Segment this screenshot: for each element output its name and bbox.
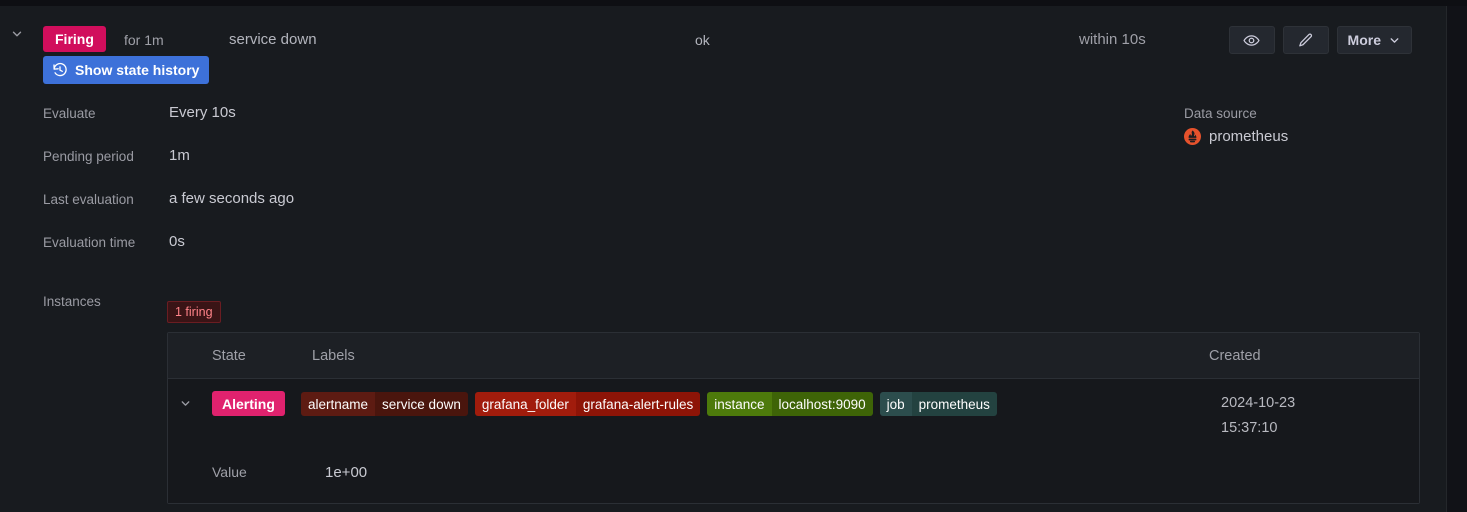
history-icon — [53, 62, 67, 77]
instance-value-label: Value — [212, 464, 247, 480]
label-chip-instance[interactable]: instance localhost:9090 — [707, 392, 873, 416]
rule-detail-panel: Firing for 1m service down ok within 10s — [0, 6, 1447, 512]
label-chip-grafana-folder[interactable]: grafana_folder grafana-alert-rules — [474, 392, 701, 416]
instances-table: State Labels Created Alerting alertname … — [167, 332, 1420, 504]
firing-instances-badge: 1 firing — [167, 301, 221, 323]
metadata-row: Pending period 1m — [43, 147, 1043, 190]
metadata-row: Last evaluation a few seconds ago — [43, 190, 1043, 233]
pencil-icon — [1299, 32, 1313, 46]
more-actions-button[interactable]: More — [1336, 26, 1412, 54]
status-badge: Alerting — [212, 391, 285, 416]
eye-icon — [1243, 34, 1260, 46]
chevron-down-icon — [1390, 37, 1399, 43]
next-evaluation: within 10s — [1079, 31, 1146, 48]
more-actions-label: More — [1347, 32, 1381, 48]
view-rule-button[interactable] — [1228, 26, 1275, 54]
metadata-row: Evaluate Every 10s — [43, 104, 1043, 147]
label-chip-key: grafana_folder — [474, 392, 576, 416]
datasource-label: Data source — [1184, 106, 1257, 121]
show-state-history-button[interactable]: Show state history — [43, 56, 210, 84]
collapse-rule-chevron[interactable] — [6, 23, 28, 45]
created-time: 15:37:10 — [1221, 420, 1278, 436]
rule-state-duration: for 1m — [124, 32, 164, 48]
edit-rule-button[interactable] — [1282, 26, 1329, 54]
metadata-value: Every 10s — [169, 104, 236, 121]
metadata-label: Evaluation time — [43, 235, 136, 250]
label-chip-key: alertname — [301, 392, 376, 416]
table-row: Alerting alertname service down grafana_… — [168, 379, 1419, 441]
label-chip-key: job — [879, 392, 912, 416]
instance-labels-cell: alertname service down grafana_folder gr… — [301, 391, 1209, 416]
chevron-down-icon — [12, 31, 22, 37]
rule-health: ok — [695, 32, 710, 48]
header-actions: More — [1228, 26, 1412, 54]
instances-table-body: Alerting alertname service down grafana_… — [168, 379, 1419, 503]
chevron-down-icon — [181, 401, 190, 406]
datasource-name: prometheus — [1209, 128, 1289, 145]
label-chip-value: localhost:9090 — [771, 392, 873, 416]
label-chip-value: grafana-alert-rules — [575, 392, 701, 416]
rule-header: Firing for 1m service down ok within 10s — [0, 13, 1447, 55]
label-chip-value: prometheus — [911, 392, 997, 416]
prometheus-logo-icon — [1184, 128, 1201, 145]
labels-column-header: Labels — [312, 347, 355, 364]
instance-created-cell: 2024-10-23 15:37:10 — [1209, 391, 1419, 441]
instance-state-cell: Alerting — [203, 391, 301, 416]
label-chip-key: instance — [707, 392, 772, 416]
show-state-history-label: Show state history — [75, 62, 200, 78]
instance-value-row: Value 1e+00 — [168, 441, 1419, 503]
instances-label: Instances — [43, 294, 101, 309]
created-column-header: Created — [1209, 347, 1261, 364]
datasource-value[interactable]: prometheus — [1184, 128, 1288, 145]
metadata-value: 0s — [169, 233, 185, 250]
rule-metadata: Evaluate Every 10s Pending period 1m Las… — [43, 104, 1043, 276]
instances-table-header: State Labels Created — [168, 333, 1419, 379]
rule-name: service down — [229, 31, 317, 48]
metadata-value: 1m — [169, 147, 190, 164]
rule-state-badge: Firing — [43, 26, 106, 52]
created-date: 2024-10-23 — [1221, 395, 1296, 411]
state-column-header: State — [212, 347, 246, 364]
metadata-value: a few seconds ago — [169, 190, 295, 207]
metadata-label: Last evaluation — [43, 192, 134, 207]
label-chip-alertname[interactable]: alertname service down — [301, 392, 468, 416]
label-chip-value: service down — [375, 392, 468, 416]
instance-value-data: 1e+00 — [325, 463, 368, 481]
metadata-label: Pending period — [43, 149, 134, 164]
label-chip-job[interactable]: job prometheus — [879, 392, 997, 416]
metadata-label: Evaluate — [43, 106, 96, 121]
expand-instance-chevron[interactable] — [168, 391, 203, 410]
metadata-row: Evaluation time 0s — [43, 233, 1043, 276]
alert-rule-detail-page: Firing for 1m service down ok within 10s — [0, 0, 1467, 512]
datasource-block: Data source prometheus — [1184, 106, 1288, 145]
